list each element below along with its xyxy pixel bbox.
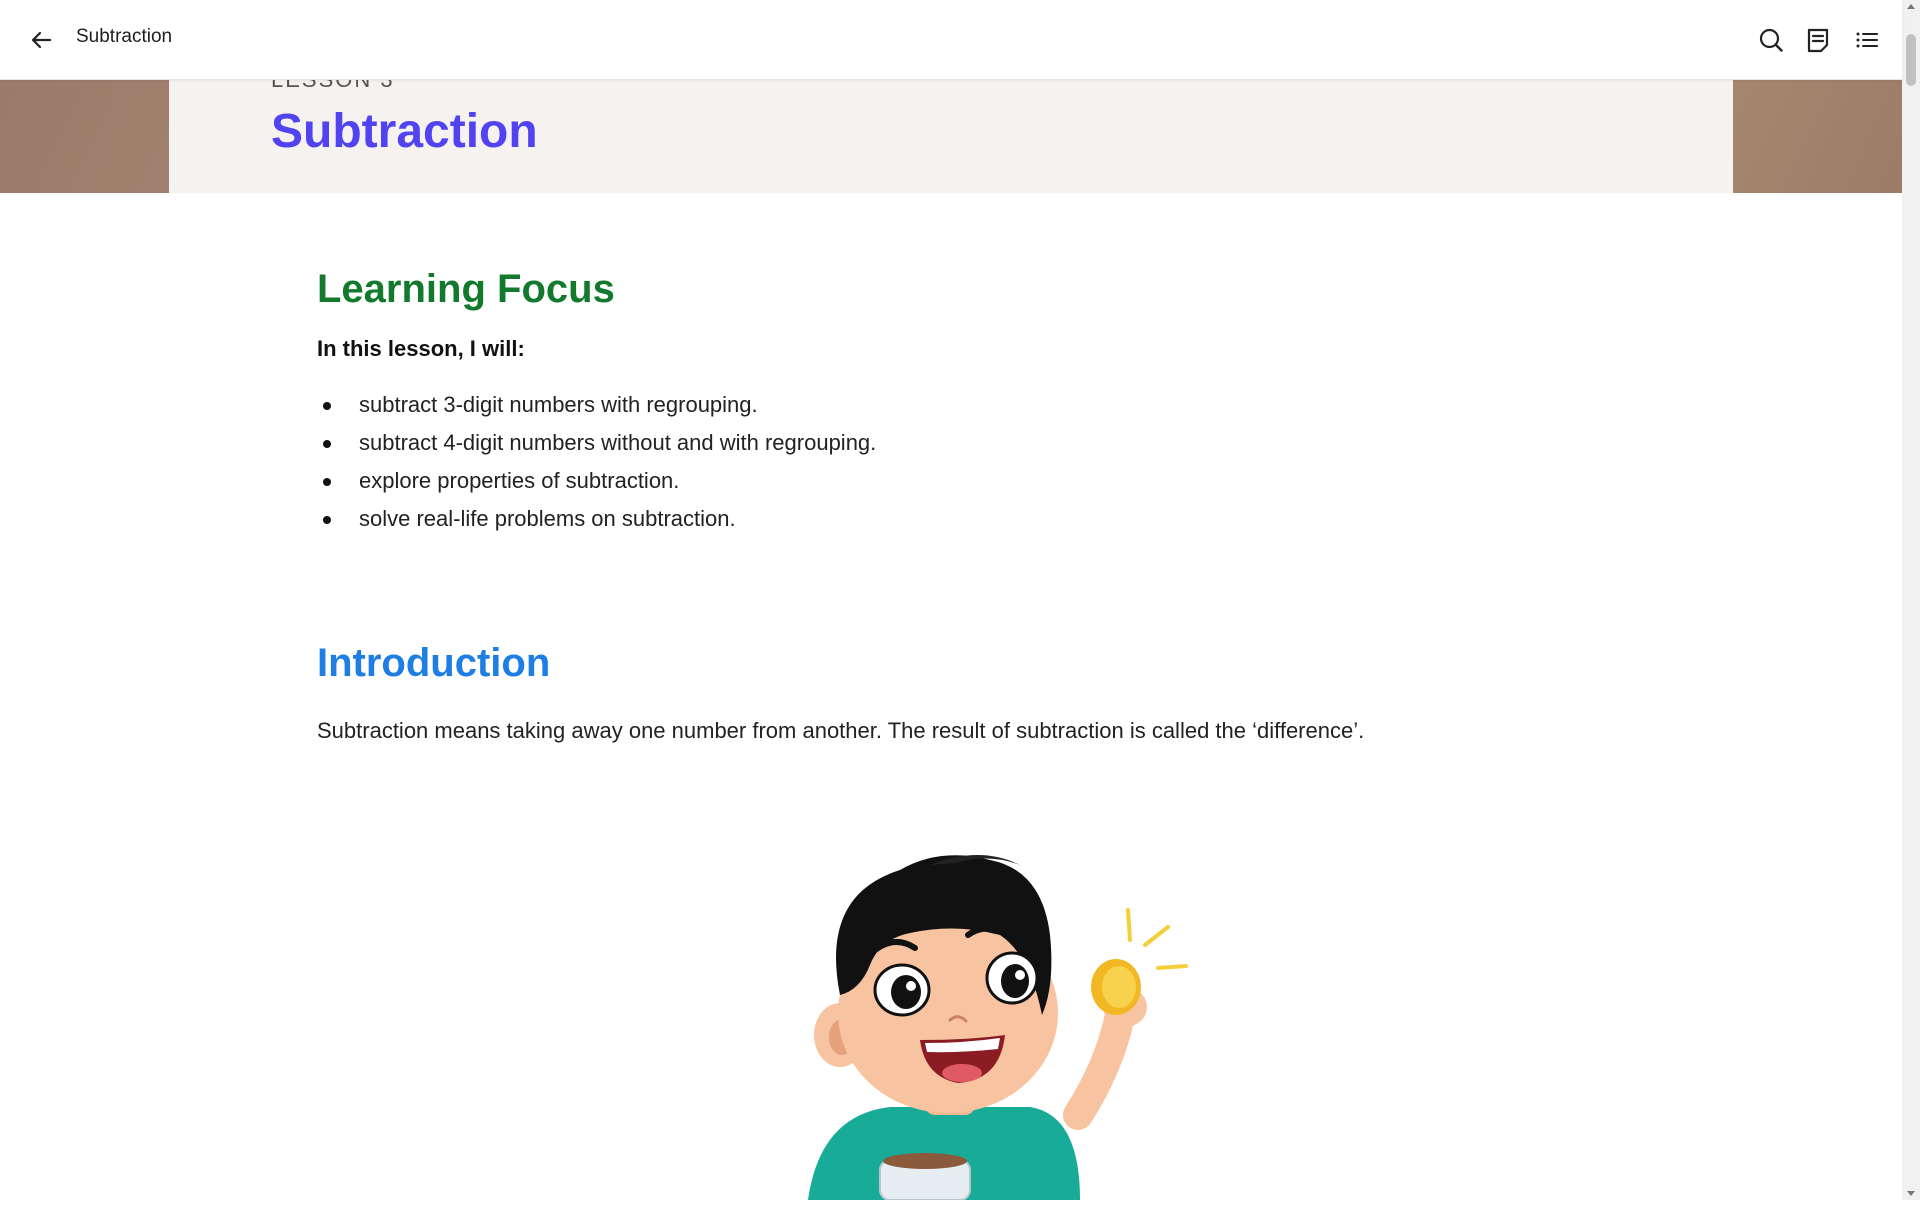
scroll-down-arrow-icon[interactable]: [1907, 1191, 1915, 1196]
page-scrollbar[interactable]: [1902, 0, 1920, 1200]
lesson-banner: LESSON 3 Subtraction: [0, 79, 1902, 193]
bullet: [323, 478, 331, 486]
list-item: explore properties of subtraction.: [317, 467, 876, 505]
back-arrow-icon[interactable]: [26, 25, 56, 55]
introduction-heading: Introduction: [317, 641, 551, 685]
bullet: [323, 402, 331, 410]
notes-icon[interactable]: [1803, 24, 1833, 56]
table-of-contents-icon[interactable]: [1852, 24, 1882, 56]
banner-panel: LESSON 3 Subtraction: [169, 79, 1733, 193]
top-app-bar: Subtraction: [0, 0, 1902, 80]
bullet: [323, 440, 331, 448]
search-icon[interactable]: [1756, 24, 1786, 56]
introduction-text: Subtraction means taking away one number…: [317, 718, 1365, 743]
bullet: [323, 516, 331, 524]
learning-focus-list: subtract 3-digit numbers with regrouping…: [317, 391, 876, 543]
list-item-text: subtract 3-digit numbers with regrouping…: [359, 392, 758, 417]
boy-with-coin-illustration: [780, 815, 1210, 1201]
list-item: subtract 3-digit numbers with regrouping…: [317, 391, 876, 429]
learning-focus-heading: Learning Focus: [317, 267, 615, 311]
list-item: subtract 4-digit numbers without and wit…: [317, 429, 876, 467]
scroll-thumb[interactable]: [1906, 34, 1916, 86]
list-item-text: explore properties of subtraction.: [359, 468, 680, 493]
scroll-up-arrow-icon[interactable]: [1907, 4, 1915, 9]
list-item-text: subtract 4-digit numbers without and wit…: [359, 430, 877, 455]
page-title: Subtraction: [271, 105, 538, 158]
app-title: Subtraction: [76, 26, 173, 47]
list-item-text: solve real-life problems on subtraction.: [359, 506, 736, 531]
learning-focus-lead: In this lesson, I will:: [317, 336, 525, 361]
list-item: solve real-life problems on subtraction.: [317, 505, 876, 543]
